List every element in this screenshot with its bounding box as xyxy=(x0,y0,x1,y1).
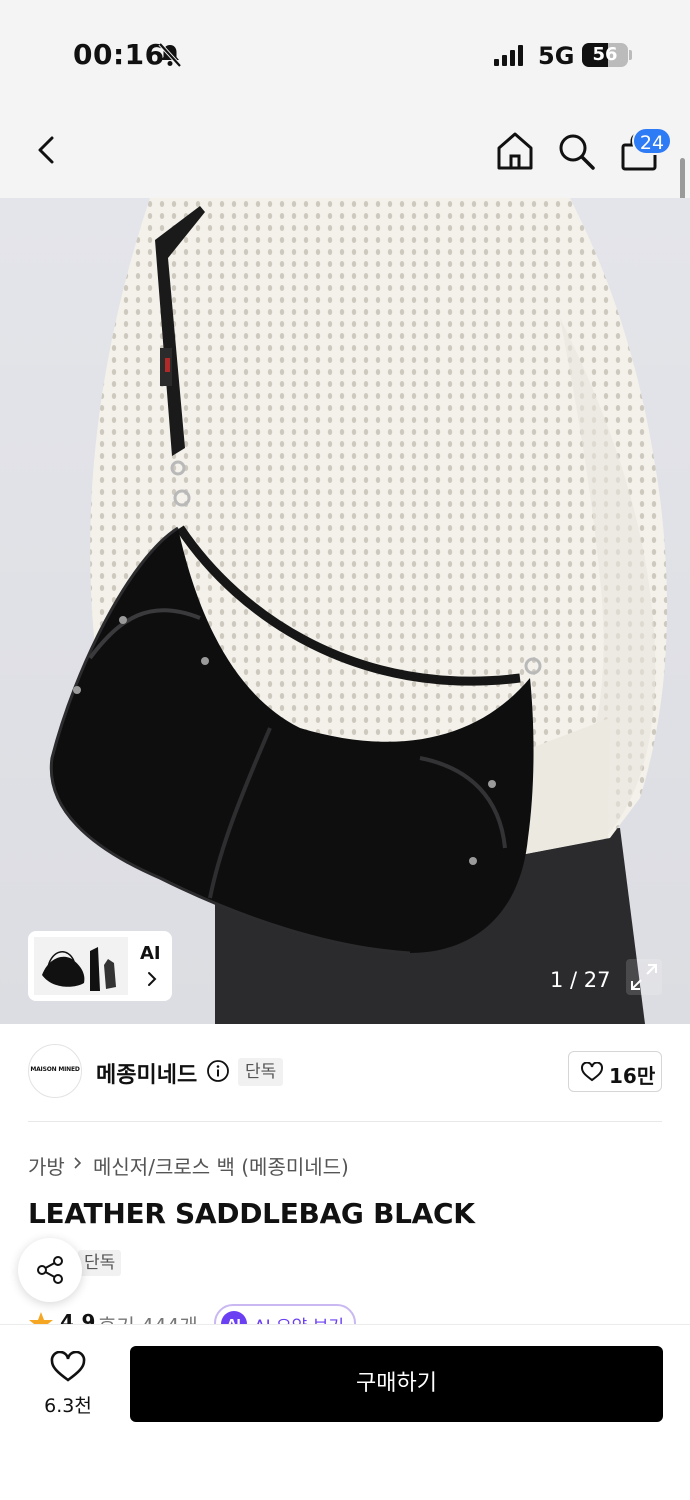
share-icon xyxy=(37,1256,63,1284)
search-icon[interactable] xyxy=(556,131,596,171)
thumbnail-image xyxy=(34,937,128,995)
network-type: 5G xyxy=(538,42,575,70)
divider xyxy=(28,1121,662,1122)
ai-badge: AI xyxy=(221,1311,247,1324)
status-bar: 00:16 5G 56 xyxy=(0,0,690,100)
brand-name[interactable]: 메종미네드 xyxy=(96,1057,197,1089)
signal-icon xyxy=(494,45,523,66)
battery-indicator: 56 xyxy=(582,43,628,67)
ai-label: AI xyxy=(140,943,161,964)
buy-button[interactable]: 구매하기 xyxy=(130,1346,663,1422)
home-icon[interactable] xyxy=(494,130,536,172)
chevron-right-icon xyxy=(148,972,157,986)
bell-slash-icon xyxy=(158,42,182,68)
heart-icon[interactable] xyxy=(50,1351,86,1383)
wishlist-count: 6.3천 xyxy=(44,1395,92,1417)
product-photo xyxy=(0,198,690,1024)
share-button[interactable] xyxy=(18,1238,82,1302)
brand-like-button[interactable]: 16만 xyxy=(568,1051,662,1092)
top-nav-bar: 24 xyxy=(0,100,690,198)
status-time: 00:16 xyxy=(73,38,165,71)
back-icon[interactable] xyxy=(30,130,64,170)
info-icon[interactable] xyxy=(206,1059,230,1083)
expand-icon[interactable] xyxy=(626,959,662,995)
rating-row: 4.9 후기 444개 AI AI 요약 보기 xyxy=(0,1300,690,1324)
chevron-right-icon xyxy=(74,1157,82,1169)
ai-summary-button[interactable]: AI AI 요약 보기 xyxy=(214,1304,356,1324)
exclusive-badge: 단독 xyxy=(238,1058,284,1086)
rating-score: 4.9 xyxy=(60,1310,96,1324)
breadcrumb-subcategory[interactable]: 메신저/크로스 백 (메종미네드) xyxy=(93,1151,349,1180)
image-counter: 1 / 27 xyxy=(550,968,611,992)
review-count-link[interactable]: 후기 444개 xyxy=(98,1310,198,1324)
ai-similar-items-card[interactable]: AI xyxy=(28,931,172,1001)
brand-like-count: 16만 xyxy=(609,1064,656,1088)
ai-summary-label: AI 요약 보기 xyxy=(254,1312,344,1324)
heart-icon xyxy=(581,1062,603,1082)
cart-count-badge: 24 xyxy=(632,127,672,155)
product-exclusive-badge: 단독 xyxy=(78,1250,122,1276)
bottom-action-bar: 6.3천 구매하기 xyxy=(0,1324,690,1500)
product-title: LEATHER SADDLEBAG BLACK xyxy=(28,1197,475,1230)
breadcrumb-category[interactable]: 가방 xyxy=(28,1151,65,1180)
product-image-gallery[interactable]: AI 1 / 27 xyxy=(0,198,690,1024)
star-icon xyxy=(29,1312,53,1324)
battery-tip xyxy=(629,50,632,60)
brand-logo[interactable]: MAISON MINED xyxy=(28,1044,82,1098)
